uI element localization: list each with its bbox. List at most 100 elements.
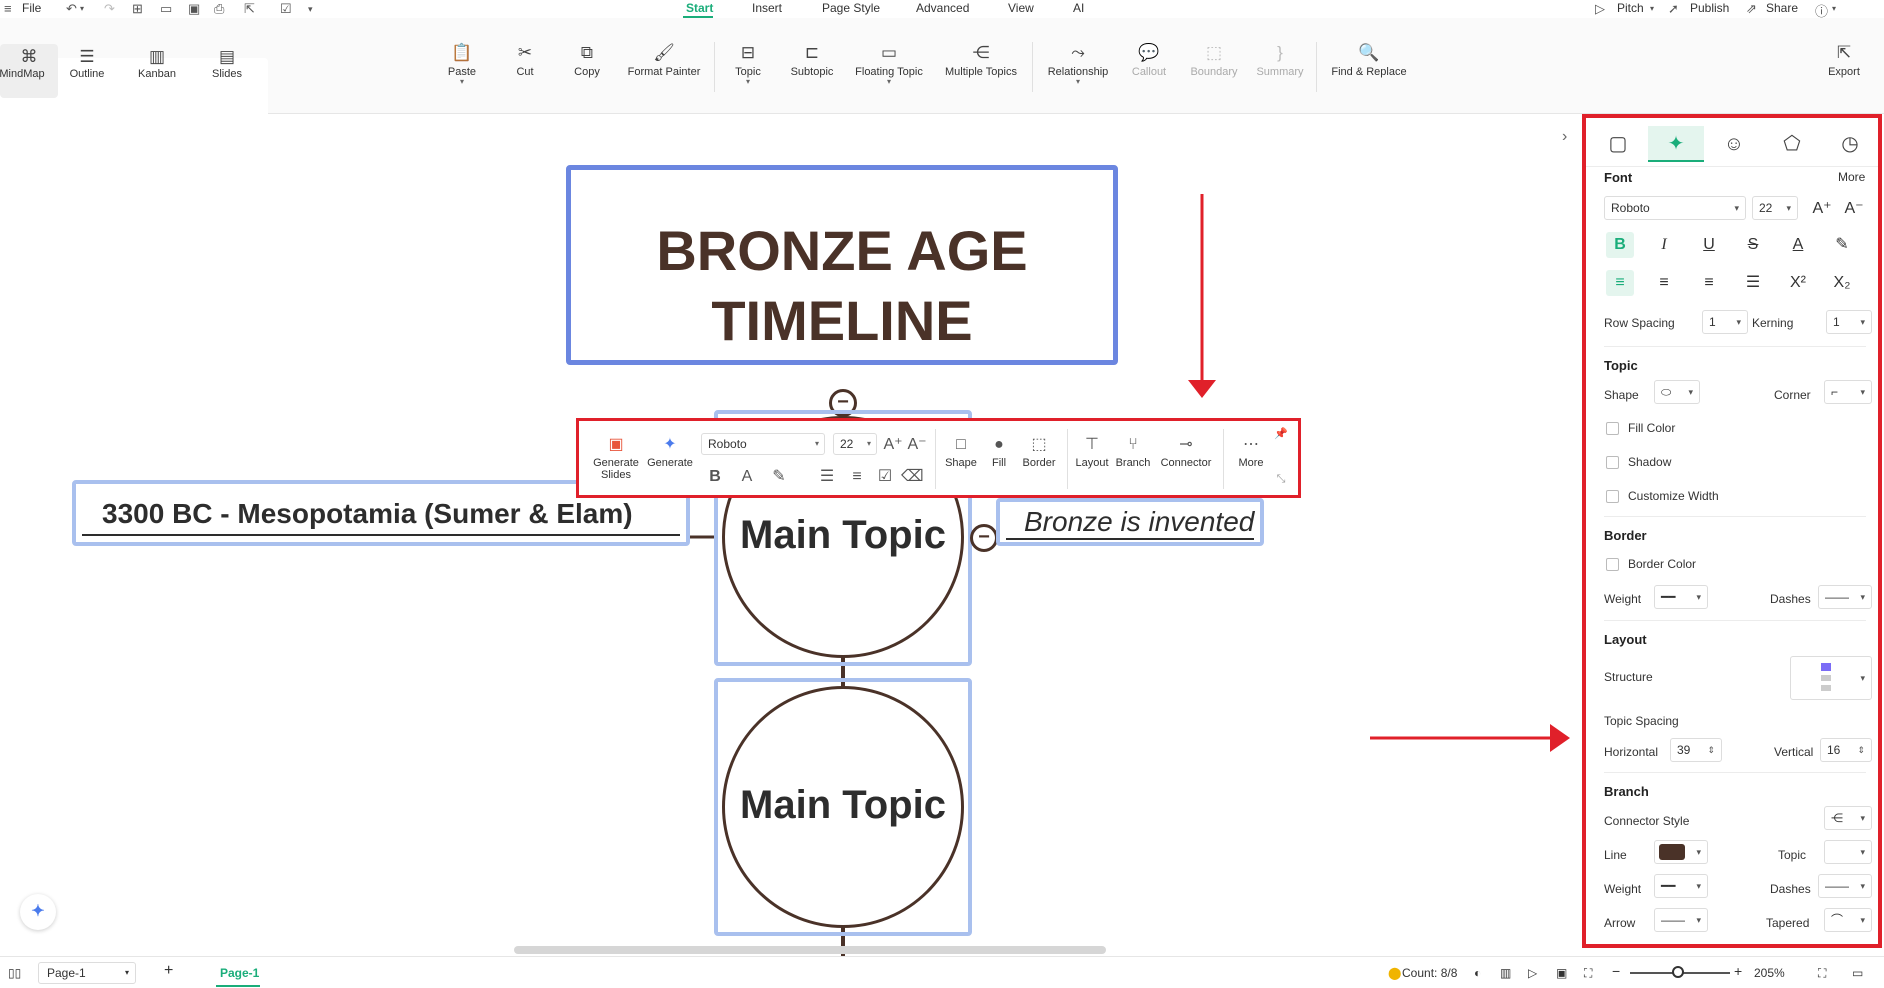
topic-dropdown-icon[interactable]: ▾ bbox=[730, 78, 766, 86]
undo-icon[interactable]: ↶ bbox=[66, 1, 77, 17]
fit-page-icon[interactable]: ▣ bbox=[1556, 966, 1567, 980]
bold-button[interactable]: B bbox=[703, 465, 727, 489]
underline-icon[interactable]: U bbox=[1695, 232, 1723, 258]
panel-font-select[interactable]: Roboto ▾ bbox=[1604, 196, 1746, 220]
resize-icon[interactable]: ⤡ bbox=[1273, 473, 1289, 486]
highlight-button[interactable]: ✎ bbox=[767, 465, 791, 489]
horizontal-spacing-input[interactable]: 39 ⇕ bbox=[1670, 738, 1722, 762]
tab-advanced[interactable]: Advanced bbox=[916, 1, 969, 15]
tab-page-format[interactable]: ▢ bbox=[1590, 126, 1646, 162]
border-button[interactable]: ⬚ Border bbox=[1019, 433, 1059, 469]
central-topic[interactable]: BRONZE AGE TIMELINE bbox=[566, 165, 1118, 365]
new-icon[interactable]: ⊞ bbox=[132, 1, 143, 17]
book-view-icon[interactable]: ▥ bbox=[1500, 966, 1511, 980]
boundary-button[interactable]: ⬚ Boundary bbox=[1186, 40, 1242, 78]
paste-button[interactable]: 📋 Paste ▾ bbox=[440, 40, 484, 86]
align-center-icon[interactable]: ≡ bbox=[1650, 270, 1678, 296]
font-family-select[interactable]: Roboto ▾ bbox=[701, 433, 825, 455]
arrow-select[interactable]: —— ▾ bbox=[1654, 908, 1708, 932]
customize-width-checkbox[interactable] bbox=[1606, 490, 1619, 503]
list-button[interactable]: ☰ bbox=[815, 465, 839, 489]
line-color-select[interactable]: ▾ bbox=[1654, 840, 1708, 864]
zoom-out-icon[interactable]: − bbox=[1612, 963, 1620, 979]
collapse-toggle-right-icon[interactable]: − bbox=[970, 524, 998, 552]
text-color-button[interactable]: A bbox=[735, 465, 759, 489]
branch-weight-select[interactable]: ━━ ▾ bbox=[1654, 874, 1708, 898]
decrease-font-button[interactable]: A⁻ bbox=[907, 433, 927, 457]
relationship-button[interactable]: ⤳ Relationship ▾ bbox=[1044, 40, 1112, 86]
paste-dropdown-icon[interactable]: ▾ bbox=[440, 78, 484, 86]
relationship-dropdown-icon[interactable]: ▾ bbox=[1044, 78, 1112, 86]
border-color-checkbox[interactable] bbox=[1606, 558, 1619, 571]
italic-icon[interactable]: I bbox=[1650, 232, 1678, 258]
align-left-icon[interactable]: ≡ bbox=[1606, 270, 1634, 296]
floating-topic-dropdown-icon[interactable]: ▾ bbox=[850, 78, 928, 86]
tab-insert[interactable]: Insert bbox=[752, 1, 782, 15]
border-dashes-select[interactable]: —— ▾ bbox=[1818, 585, 1872, 609]
bold-toggle-icon[interactable]: B bbox=[1606, 232, 1634, 258]
save-icon[interactable]: ▣ bbox=[188, 1, 200, 17]
ai-assistant-icon[interactable]: ✦ bbox=[20, 894, 56, 930]
multiple-topics-button[interactable]: ⋲ Multiple Topics bbox=[940, 40, 1022, 78]
callout-button[interactable]: 💬 Callout bbox=[1128, 40, 1170, 78]
tab-icons[interactable]: ☺ bbox=[1706, 126, 1762, 162]
fullscreen-icon[interactable]: ⛶ bbox=[1818, 966, 1826, 981]
print-icon[interactable]: ⎙ bbox=[214, 1, 224, 17]
highlighter-icon[interactable]: ✎ bbox=[1828, 232, 1856, 258]
menu-file[interactable]: File bbox=[22, 1, 41, 15]
tab-start[interactable]: Start bbox=[686, 1, 713, 15]
topic-button[interactable]: ⊟ Topic ▾ bbox=[730, 40, 766, 86]
fill-button[interactable]: ● Fill bbox=[987, 433, 1011, 469]
stepper-icon[interactable]: ⇕ bbox=[1857, 739, 1865, 761]
font-decrease-icon[interactable]: A⁻ bbox=[1840, 196, 1868, 222]
export-button[interactable]: ⇱ Export bbox=[1822, 40, 1866, 78]
vertical-spacing-input[interactable]: 16 ⇕ bbox=[1820, 738, 1872, 762]
connector-style-select[interactable]: ⋲ ▾ bbox=[1824, 806, 1872, 830]
branch-dashes-select[interactable]: —— ▾ bbox=[1818, 874, 1872, 898]
tab-ai[interactable]: AI bbox=[1073, 1, 1084, 15]
add-page-icon[interactable]: + bbox=[164, 962, 173, 980]
kerning-select[interactable]: 1 ▾ bbox=[1826, 310, 1872, 334]
collapse-panel-icon[interactable]: › bbox=[1562, 128, 1567, 146]
fill-color-checkbox[interactable] bbox=[1606, 422, 1619, 435]
tab-history[interactable]: ◷ bbox=[1822, 126, 1878, 162]
pitch-dropdown-icon[interactable]: ▾ bbox=[1650, 4, 1654, 13]
font-increase-icon[interactable]: A⁺ bbox=[1808, 196, 1836, 222]
sidebar-toggle-icon[interactable]: ▯▯ bbox=[8, 966, 21, 980]
superscript-icon[interactable]: X² bbox=[1784, 270, 1812, 296]
shape-button[interactable]: □ Shape bbox=[943, 433, 979, 469]
align-right-icon[interactable]: ≡ bbox=[1695, 270, 1723, 296]
subtopic-button[interactable]: ⊏ Subtopic bbox=[786, 40, 838, 78]
open-folder-icon[interactable]: ▭ bbox=[160, 1, 172, 17]
tab-view[interactable]: View bbox=[1008, 1, 1034, 15]
tab-style[interactable]: ✦ bbox=[1648, 126, 1704, 162]
main-topic-2[interactable]: Main Topic bbox=[722, 686, 964, 928]
shape-select[interactable]: ⬭ ▾ bbox=[1654, 380, 1700, 404]
strikethrough-icon[interactable]: S bbox=[1739, 232, 1767, 258]
subscript-icon[interactable]: X₂ bbox=[1828, 270, 1856, 296]
redo-icon[interactable]: ↷ bbox=[104, 1, 115, 17]
cut-button[interactable]: ✂ Cut bbox=[508, 40, 542, 78]
border-weight-select[interactable]: ━━ ▾ bbox=[1654, 585, 1708, 609]
share-button[interactable]: Share bbox=[1766, 1, 1798, 15]
view-kanban[interactable]: ▥ Kanban bbox=[128, 44, 186, 98]
clear-format-button[interactable]: ⌫ bbox=[901, 465, 924, 489]
fit-view-icon[interactable]: ⛶ bbox=[1584, 966, 1592, 981]
horizontal-scrollbar[interactable] bbox=[514, 946, 1106, 954]
font-more-link[interactable]: More bbox=[1838, 170, 1865, 184]
generate-button[interactable]: ✦ Generate bbox=[645, 433, 695, 469]
view-outline[interactable]: ☰ Outline bbox=[58, 44, 116, 98]
panel-toggle-icon[interactable]: ▭ bbox=[1852, 966, 1863, 980]
generate-slides-button[interactable]: ▣ Generate Slides bbox=[591, 433, 641, 481]
zoom-level[interactable]: 205% bbox=[1754, 966, 1785, 980]
copy-button[interactable]: ⧉ Copy bbox=[568, 40, 606, 78]
pin-icon[interactable]: 📌 bbox=[1273, 427, 1289, 440]
right-topic[interactable]: Bronze is invented bbox=[996, 498, 1264, 546]
align-button[interactable]: ≡ bbox=[845, 465, 869, 489]
shadow-checkbox[interactable] bbox=[1606, 456, 1619, 469]
undo-dropdown-icon[interactable]: ▾ bbox=[80, 4, 84, 13]
connector-button[interactable]: ⊸ Connector bbox=[1157, 433, 1215, 469]
zoom-slider-handle[interactable] bbox=[1672, 966, 1684, 978]
font-size-select[interactable]: 22 ▾ bbox=[833, 433, 877, 455]
tab-page-style[interactable]: Page Style bbox=[822, 1, 880, 15]
